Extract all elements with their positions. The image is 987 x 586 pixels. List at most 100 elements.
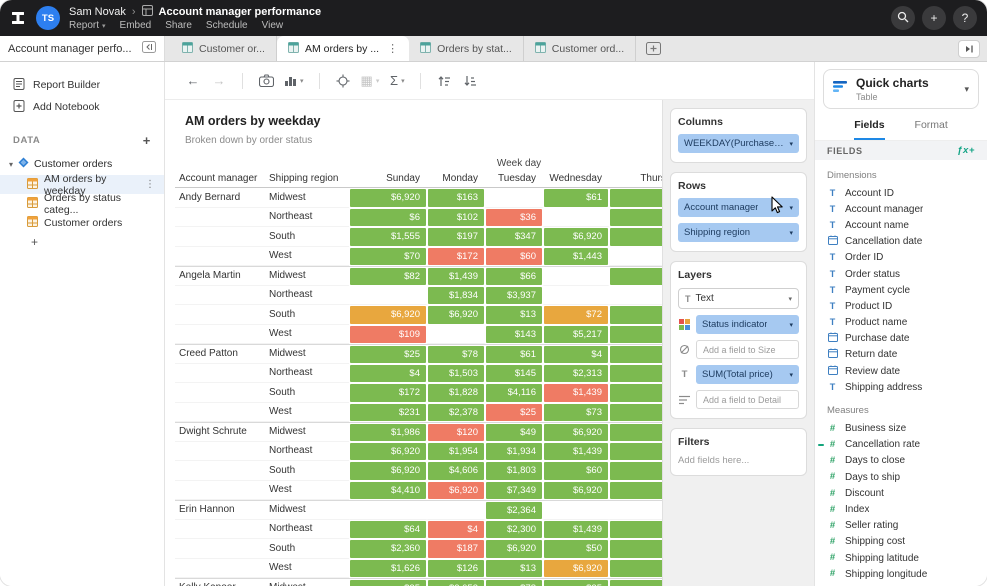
value-cell[interactable]: $6,920 <box>486 540 542 558</box>
value-cell[interactable] <box>610 346 662 363</box>
workspace-avatar[interactable]: TS <box>36 6 60 30</box>
tab-format[interactable]: Format <box>915 119 948 140</box>
column-header-tuesday[interactable]: Tuesday <box>485 173 543 184</box>
rows-field-pill-account-manager[interactable]: Account manager▾ <box>678 198 799 217</box>
value-cell[interactable]: $49 <box>486 424 542 441</box>
search-button[interactable] <box>891 6 915 30</box>
value-cell[interactable] <box>609 286 662 306</box>
collapse-sidebar-icon[interactable] <box>142 41 156 56</box>
value-cell[interactable]: $70 <box>350 248 426 266</box>
value-cell[interactable]: $6 <box>350 209 426 227</box>
value-cell[interactable]: $2,378 <box>428 404 484 422</box>
value-cell[interactable]: $1,443 <box>544 248 608 266</box>
layout-button[interactable]: ▦▾ <box>357 69 384 93</box>
value-cell[interactable]: $13 <box>486 560 542 578</box>
column-header-wednesday[interactable]: Wednesday <box>543 173 609 184</box>
value-cell[interactable]: $6,920 <box>544 228 608 246</box>
sidebar-item-customer-orders[interactable]: Customer orders <box>0 213 164 232</box>
value-cell[interactable]: $4 <box>544 346 608 363</box>
measure-business-size[interactable]: #Business size <box>815 420 987 436</box>
value-cell[interactable]: $4,410 <box>350 482 426 500</box>
value-cell[interactable]: $73 <box>544 404 608 422</box>
text-field-pill[interactable]: SUM(Total price)▾ <box>696 365 799 384</box>
measure-seller-rating[interactable]: #Seller rating <box>815 518 987 534</box>
value-cell[interactable]: $72 <box>544 306 608 324</box>
value-cell[interactable]: $145 <box>486 365 542 383</box>
value-cell[interactable] <box>543 286 609 306</box>
value-cell[interactable]: $36 <box>486 209 542 227</box>
add-data-button[interactable]: + <box>143 134 151 147</box>
report-builder-item[interactable]: Report Builder <box>0 74 164 96</box>
tab-am-orders-by-weekday[interactable]: AM orders by ... ⋮ <box>277 36 409 61</box>
value-cell[interactable]: $64 <box>350 521 426 539</box>
column-header-thursday[interactable]: Thursday <box>609 173 662 184</box>
dimension-payment-cycle[interactable]: TPayment cycle <box>815 282 987 298</box>
value-cell[interactable]: $6,920 <box>544 560 608 578</box>
value-cell[interactable]: $2,364 <box>486 502 542 519</box>
tab-menu-icon[interactable]: ⋮ <box>387 42 398 55</box>
value-cell[interactable]: $3,937 <box>486 287 542 305</box>
value-cell[interactable]: $2,300 <box>486 521 542 539</box>
detail-field-slot[interactable]: Add a field to Detail <box>696 390 799 409</box>
dimension-order-id[interactable]: TOrder ID <box>815 250 987 266</box>
measure-index[interactable]: #Index <box>815 501 987 517</box>
value-cell[interactable]: $197 <box>428 228 484 246</box>
add-notebook-item[interactable]: Add Notebook <box>0 96 164 118</box>
value-cell[interactable] <box>349 501 427 520</box>
dimension-account-id[interactable]: TAccount ID <box>815 185 987 201</box>
value-cell[interactable]: $6,920 <box>544 482 608 500</box>
dimension-purchase-date[interactable]: Purchase date <box>815 331 987 347</box>
dimension-account-name[interactable]: TAccount name <box>815 217 987 233</box>
menu-schedule[interactable]: Schedule <box>206 21 248 31</box>
value-cell[interactable] <box>610 365 662 383</box>
size-field-slot[interactable]: Add a field to Size <box>696 340 799 359</box>
value-cell[interactable]: $6,920 <box>428 482 484 500</box>
add-sheet-button[interactable]: + <box>0 232 164 249</box>
color-field-pill[interactable]: Status indicator▾ <box>696 315 799 334</box>
tab-fields[interactable]: Fields <box>854 119 884 140</box>
value-cell[interactable] <box>427 325 485 345</box>
value-cell[interactable]: $7,349 <box>486 482 542 500</box>
dimension-review-date[interactable]: Review date <box>815 363 987 379</box>
measure-days-to-close[interactable]: #Days to close <box>815 453 987 469</box>
dimension-product-name[interactable]: TProduct name <box>815 315 987 331</box>
menu-embed[interactable]: Embed <box>120 21 152 31</box>
value-cell[interactable]: $6,920 <box>350 189 426 207</box>
value-cell[interactable] <box>610 384 662 402</box>
column-header-sunday[interactable]: Sunday <box>349 173 427 184</box>
value-cell[interactable] <box>609 501 662 520</box>
value-cell[interactable]: $4 <box>350 365 426 383</box>
add-button[interactable]: + <box>922 6 946 30</box>
sort-descending-button[interactable] <box>458 69 482 93</box>
value-cell[interactable] <box>609 247 662 267</box>
value-cell[interactable]: $1,439 <box>544 384 608 402</box>
menu-share[interactable]: Share <box>165 21 192 31</box>
value-cell[interactable]: $102 <box>428 209 484 227</box>
document-tab[interactable]: Account manager perfo... <box>0 36 165 61</box>
value-cell[interactable] <box>543 208 609 228</box>
value-cell[interactable]: $1,555 <box>350 228 426 246</box>
dimension-cancellation-date[interactable]: Cancellation date <box>815 234 987 250</box>
tab-orders-by-status[interactable]: Orders by stat... <box>409 36 524 61</box>
columns-field-pill[interactable]: WEEKDAY(Purchase date)▾ <box>678 134 799 153</box>
value-cell[interactable]: $60 <box>486 248 542 266</box>
value-cell[interactable]: $6,920 <box>350 462 426 480</box>
help-button[interactable]: ? <box>953 6 977 30</box>
chart-type-button[interactable]: ▾ <box>280 69 308 93</box>
expand-panel-button[interactable] <box>958 40 980 58</box>
value-cell[interactable]: $1,626 <box>350 560 426 578</box>
undo-button[interactable]: ← <box>181 69 205 93</box>
value-cell[interactable]: $143 <box>486 326 542 344</box>
value-cell[interactable]: $1,986 <box>350 424 426 441</box>
column-header-monday[interactable]: Monday <box>427 173 485 184</box>
value-cell[interactable]: $4,606 <box>428 462 484 480</box>
measure-shipping-longitude[interactable]: #Shipping longitude <box>815 566 987 582</box>
value-cell[interactable]: $1,803 <box>486 462 542 480</box>
menu-report[interactable]: Report▾ <box>69 21 106 31</box>
drill-button[interactable] <box>331 69 355 93</box>
sort-ascending-button[interactable] <box>432 69 456 93</box>
measure-discount[interactable]: #Discount <box>815 485 987 501</box>
dimension-product-id[interactable]: TProduct ID <box>815 298 987 314</box>
value-cell[interactable] <box>485 188 543 208</box>
value-cell[interactable]: $2,053 <box>428 580 484 586</box>
